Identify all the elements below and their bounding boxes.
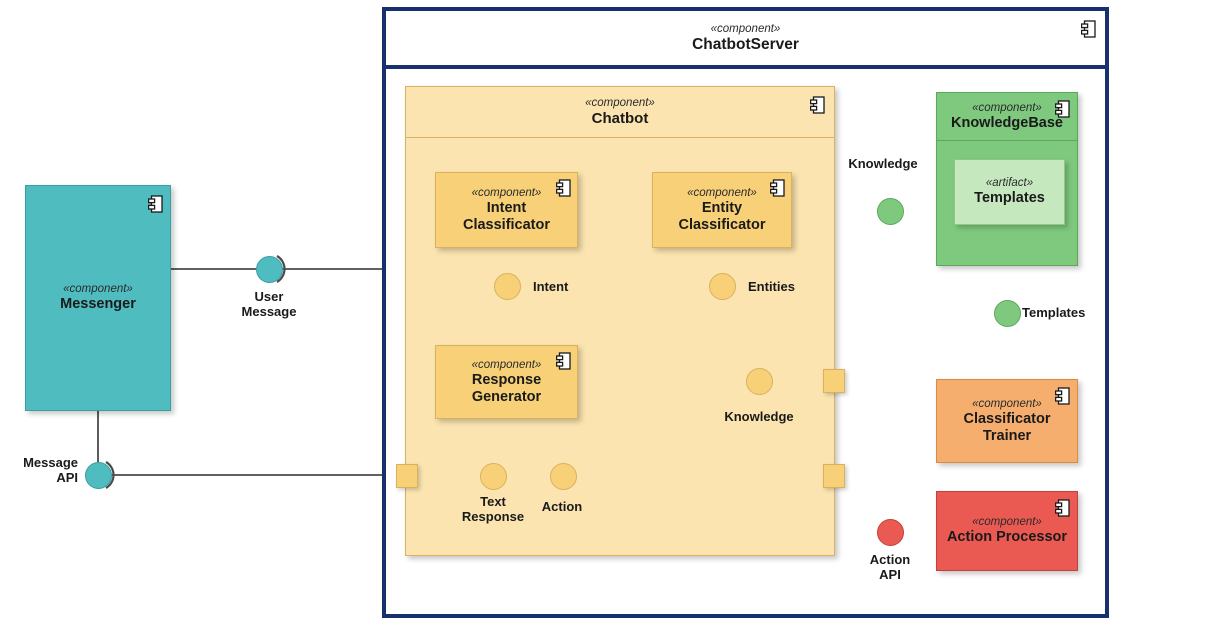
component-icon bbox=[1055, 499, 1070, 517]
port-chatbot-knowledge[interactable] bbox=[823, 369, 845, 393]
component-icon bbox=[770, 179, 785, 197]
component-classificator-trainer[interactable]: «component» Classificator Trainer bbox=[936, 379, 1078, 463]
action-processor-stereotype: «component» bbox=[972, 516, 1042, 528]
component-icon bbox=[1081, 20, 1096, 38]
knowledge-base-stereotype: «component» bbox=[972, 101, 1042, 114]
component-action-processor[interactable]: «component» Action Processor bbox=[936, 491, 1078, 571]
component-messenger[interactable]: «component» Messenger bbox=[25, 185, 171, 411]
entity-classificator-stereotype: «component» bbox=[687, 186, 757, 199]
chatbot-server-stereotype: «component» bbox=[710, 23, 781, 35]
action-processor-name: Action Processor bbox=[946, 529, 1068, 545]
chatbot-header: «component» Chatbot bbox=[406, 87, 834, 138]
port-chatbot-action[interactable] bbox=[823, 464, 845, 488]
port-chatbot-message-api[interactable] bbox=[396, 464, 418, 488]
interface-ball-user-message[interactable] bbox=[256, 256, 283, 283]
interface-ball-action-api[interactable] bbox=[877, 519, 904, 546]
label-message-api: Message API bbox=[23, 455, 78, 485]
chatbot-name: Chatbot bbox=[591, 110, 649, 127]
component-icon bbox=[1055, 387, 1070, 405]
response-generator-name: Response Generator bbox=[471, 371, 542, 405]
component-chatbot[interactable]: «component» Chatbot bbox=[405, 86, 835, 556]
chatbot-stereotype: «component» bbox=[585, 97, 655, 109]
component-icon bbox=[556, 179, 571, 197]
label-templates: Templates bbox=[1022, 305, 1086, 320]
templates-artifact-name: Templates bbox=[974, 190, 1045, 206]
component-icon bbox=[556, 352, 571, 370]
label-action-api: Action API bbox=[869, 552, 911, 582]
component-knowledge-base[interactable]: «component» KnowledgeBase «artifact» Tem… bbox=[936, 92, 1078, 266]
component-response-generator[interactable]: «component» Response Generator bbox=[435, 345, 578, 419]
label-action: Action bbox=[541, 499, 583, 514]
component-icon bbox=[1055, 100, 1070, 118]
artifact-templates[interactable]: «artifact» Templates bbox=[954, 159, 1065, 225]
messenger-stereotype: «component» bbox=[63, 283, 133, 295]
interface-ball-entities[interactable] bbox=[709, 273, 736, 300]
uml-component-diagram: «component» Messenger «component» Chatbo… bbox=[0, 0, 1223, 629]
templates-artifact-stereotype: «artifact» bbox=[985, 177, 1034, 189]
interface-ball-text-response[interactable] bbox=[480, 463, 507, 490]
intent-classificator-name: Intent Classificator bbox=[462, 199, 551, 233]
component-intent-classificator[interactable]: «component» Intent Classificator bbox=[435, 172, 578, 248]
chatbot-server-name: ChatbotServer bbox=[692, 36, 799, 53]
label-user-message: User Message bbox=[241, 289, 297, 319]
classificator-trainer-stereotype: «component» bbox=[972, 397, 1042, 410]
messenger-name: Messenger bbox=[60, 296, 136, 312]
entity-classificator-name: Entity Classificator bbox=[678, 199, 766, 233]
label-knowledge-inner: Knowledge bbox=[724, 409, 794, 424]
response-generator-stereotype: «component» bbox=[471, 358, 542, 371]
label-knowledge-outer: Knowledge bbox=[848, 156, 918, 171]
component-icon bbox=[810, 96, 825, 114]
interface-ball-templates[interactable] bbox=[994, 300, 1021, 327]
label-entities: Entities bbox=[748, 279, 795, 294]
component-entity-classificator[interactable]: «component» Entity Classificator bbox=[652, 172, 792, 248]
label-intent: Intent bbox=[533, 279, 569, 294]
interface-ball-action[interactable] bbox=[550, 463, 577, 490]
interface-ball-knowledge-outer[interactable] bbox=[877, 198, 904, 225]
intent-classificator-stereotype: «component» bbox=[471, 186, 542, 199]
component-icon bbox=[148, 195, 163, 213]
interface-ball-intent[interactable] bbox=[494, 273, 521, 300]
classificator-trainer-name: Classificator Trainer bbox=[963, 410, 1051, 444]
interface-ball-message-api[interactable] bbox=[85, 462, 112, 489]
interface-ball-knowledge-inner[interactable] bbox=[746, 368, 773, 395]
chatbot-server-header: «component» ChatbotServer bbox=[386, 11, 1105, 69]
knowledge-base-name: KnowledgeBase bbox=[951, 114, 1063, 131]
